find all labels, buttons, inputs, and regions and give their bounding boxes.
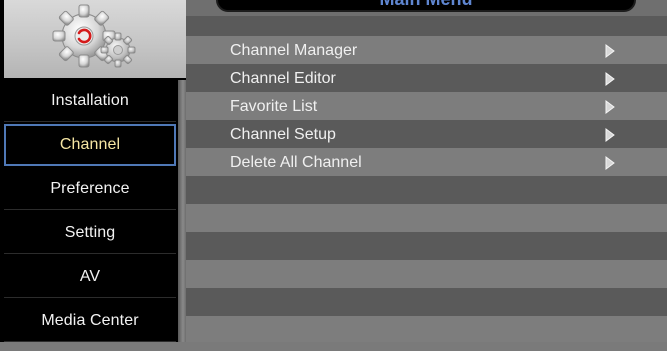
submenu-item-label: Channel Setup — [230, 126, 336, 143]
play-arrow-icon — [605, 128, 615, 142]
stripe — [186, 232, 667, 260]
submenu-item-channel-setup[interactable]: Channel Setup — [186, 120, 667, 148]
menu-item-preference[interactable]: Preference — [4, 168, 176, 210]
submenu-item-channel-editor[interactable]: Channel Editor — [186, 64, 667, 92]
menu-item-label: Media Center — [41, 311, 139, 329]
stripe — [186, 316, 667, 344]
stripe — [186, 260, 667, 288]
submenu-panel: Channel Manager Channel Editor Favorite … — [186, 16, 667, 346]
menu-item-label: Setting — [64, 223, 116, 241]
menu-item-media-center[interactable]: Media Center — [4, 300, 176, 342]
menu-item-setting[interactable]: Setting — [4, 212, 176, 254]
play-arrow-icon — [605, 72, 615, 86]
submenu-item-label: Channel Manager — [230, 42, 358, 59]
play-arrow-icon — [605, 156, 615, 170]
menu-item-av[interactable]: AV — [4, 256, 176, 298]
stripe — [186, 288, 667, 316]
menu-item-label: Preference — [50, 179, 130, 197]
logo-panel — [4, 0, 186, 78]
play-arrow-icon — [605, 44, 615, 58]
stripe — [186, 204, 667, 232]
menu-item-label: Channel — [59, 136, 121, 153]
main-menu: Installation Channel Preference Setting … — [4, 80, 188, 342]
menu-item-label: AV — [79, 267, 101, 285]
submenu-item-favorite-list[interactable]: Favorite List — [186, 92, 667, 120]
play-arrow-icon — [605, 100, 615, 114]
header-bar: Main Menu — [186, 0, 667, 16]
submenu-item-delete-all-channel[interactable]: Delete All Channel — [186, 148, 667, 176]
submenu-item-label: Channel Editor — [230, 70, 336, 87]
gear-icon — [52, 4, 136, 68]
menu-item-label: Installation — [51, 91, 129, 109]
bottom-bar — [0, 342, 667, 351]
submenu-item-channel-manager[interactable]: Channel Manager — [186, 36, 667, 64]
page-title: Main Menu — [216, 0, 636, 12]
menu-item-channel[interactable]: Channel — [4, 124, 176, 166]
submenu-item-label: Favorite List — [230, 98, 318, 115]
menu-item-installation[interactable]: Installation — [4, 80, 176, 122]
tv-menu-screen: Main Menu — [0, 0, 667, 351]
stripe — [186, 176, 667, 204]
submenu-item-label: Delete All Channel — [230, 154, 362, 171]
